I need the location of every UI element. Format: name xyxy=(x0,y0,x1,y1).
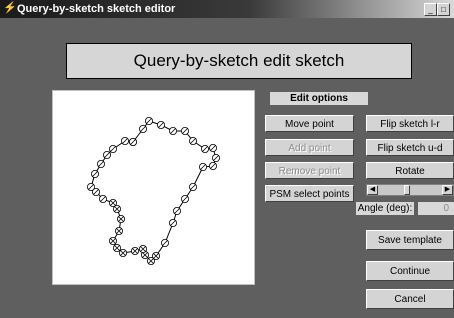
maximize-button[interactable]: □ xyxy=(437,3,450,16)
cancel-button[interactable]: Cancel xyxy=(366,289,454,309)
sketch-point[interactable] xyxy=(169,218,178,227)
sketch-point[interactable] xyxy=(109,199,118,208)
continue-button[interactable]: Continue xyxy=(366,261,454,281)
slider-right-arrow-icon[interactable]: ▶ xyxy=(442,185,453,195)
flip-ud-button[interactable]: Flip sketch u-d xyxy=(366,139,454,156)
edit-options-label: Edit options xyxy=(270,92,368,105)
sketch-point[interactable] xyxy=(119,248,128,257)
sketch-point[interactable] xyxy=(180,195,189,204)
sketch-point[interactable] xyxy=(109,236,118,245)
sketch-point[interactable] xyxy=(208,144,217,153)
sketch-point[interactable] xyxy=(198,163,207,172)
sketch-point[interactable] xyxy=(129,138,138,147)
minimize-button[interactable]: _ xyxy=(424,3,437,16)
sketch-editor-window: ⚡ Query-by-sketch sketch editor _ □ Quer… xyxy=(0,0,454,318)
sketch-point[interactable] xyxy=(161,238,170,247)
add-point-button[interactable]: Add point xyxy=(265,139,354,156)
sketch-point[interactable] xyxy=(99,195,108,204)
slider-thumb[interactable] xyxy=(404,185,411,195)
rotate-button[interactable]: Rotate xyxy=(366,162,454,179)
sketch-plot[interactable] xyxy=(53,91,254,284)
app-icon: ⚡ xyxy=(3,2,17,14)
sketch-point[interactable] xyxy=(91,170,100,179)
sketch-canvas[interactable] xyxy=(52,90,255,285)
title-bar: ⚡ Query-by-sketch sketch editor _ □ xyxy=(0,0,454,18)
window-title: Query-by-sketch sketch editor xyxy=(17,3,176,15)
sketch-point[interactable] xyxy=(157,120,166,129)
sketch-point[interactable] xyxy=(188,137,197,146)
angle-input[interactable]: 0 xyxy=(418,202,454,215)
flip-lr-button[interactable]: Flip sketch l-r xyxy=(366,115,454,132)
slider-left-arrow-icon[interactable]: ◀ xyxy=(367,185,378,195)
sketch-point[interactable] xyxy=(131,246,140,255)
sketch-point[interactable] xyxy=(109,145,118,154)
sketch-point[interactable] xyxy=(145,116,154,125)
sketch-point[interactable] xyxy=(200,145,209,154)
sketch-point[interactable] xyxy=(180,127,189,136)
sketch-point[interactable] xyxy=(211,154,220,163)
angle-label: Angle (deg): xyxy=(356,202,414,215)
remove-point-button[interactable]: Remove point xyxy=(265,162,354,179)
sketch-point[interactable] xyxy=(87,183,96,192)
move-point-button[interactable]: Move point xyxy=(265,115,354,132)
sketch-point[interactable] xyxy=(121,137,130,146)
sketch-point[interactable] xyxy=(113,243,122,252)
sketch-point[interactable] xyxy=(173,207,182,216)
sketch-point[interactable] xyxy=(188,183,197,192)
angle-slider[interactable]: ◀ ▶ xyxy=(366,184,454,196)
psm-select-points-button[interactable]: PSM select points xyxy=(265,185,354,202)
sketch-point[interactable] xyxy=(208,162,217,171)
sketch-point[interactable] xyxy=(117,215,126,224)
sketch-point[interactable] xyxy=(115,226,124,235)
sketch-point[interactable] xyxy=(147,256,156,265)
sketch-point[interactable] xyxy=(97,160,106,169)
sketch-point[interactable] xyxy=(103,151,112,160)
page-title: Query-by-sketch edit sketch xyxy=(66,43,412,79)
save-template-button[interactable]: Save template xyxy=(366,230,454,250)
sketch-point[interactable] xyxy=(139,125,148,134)
sketch-point[interactable] xyxy=(169,127,178,136)
sketch-point[interactable] xyxy=(139,244,148,253)
